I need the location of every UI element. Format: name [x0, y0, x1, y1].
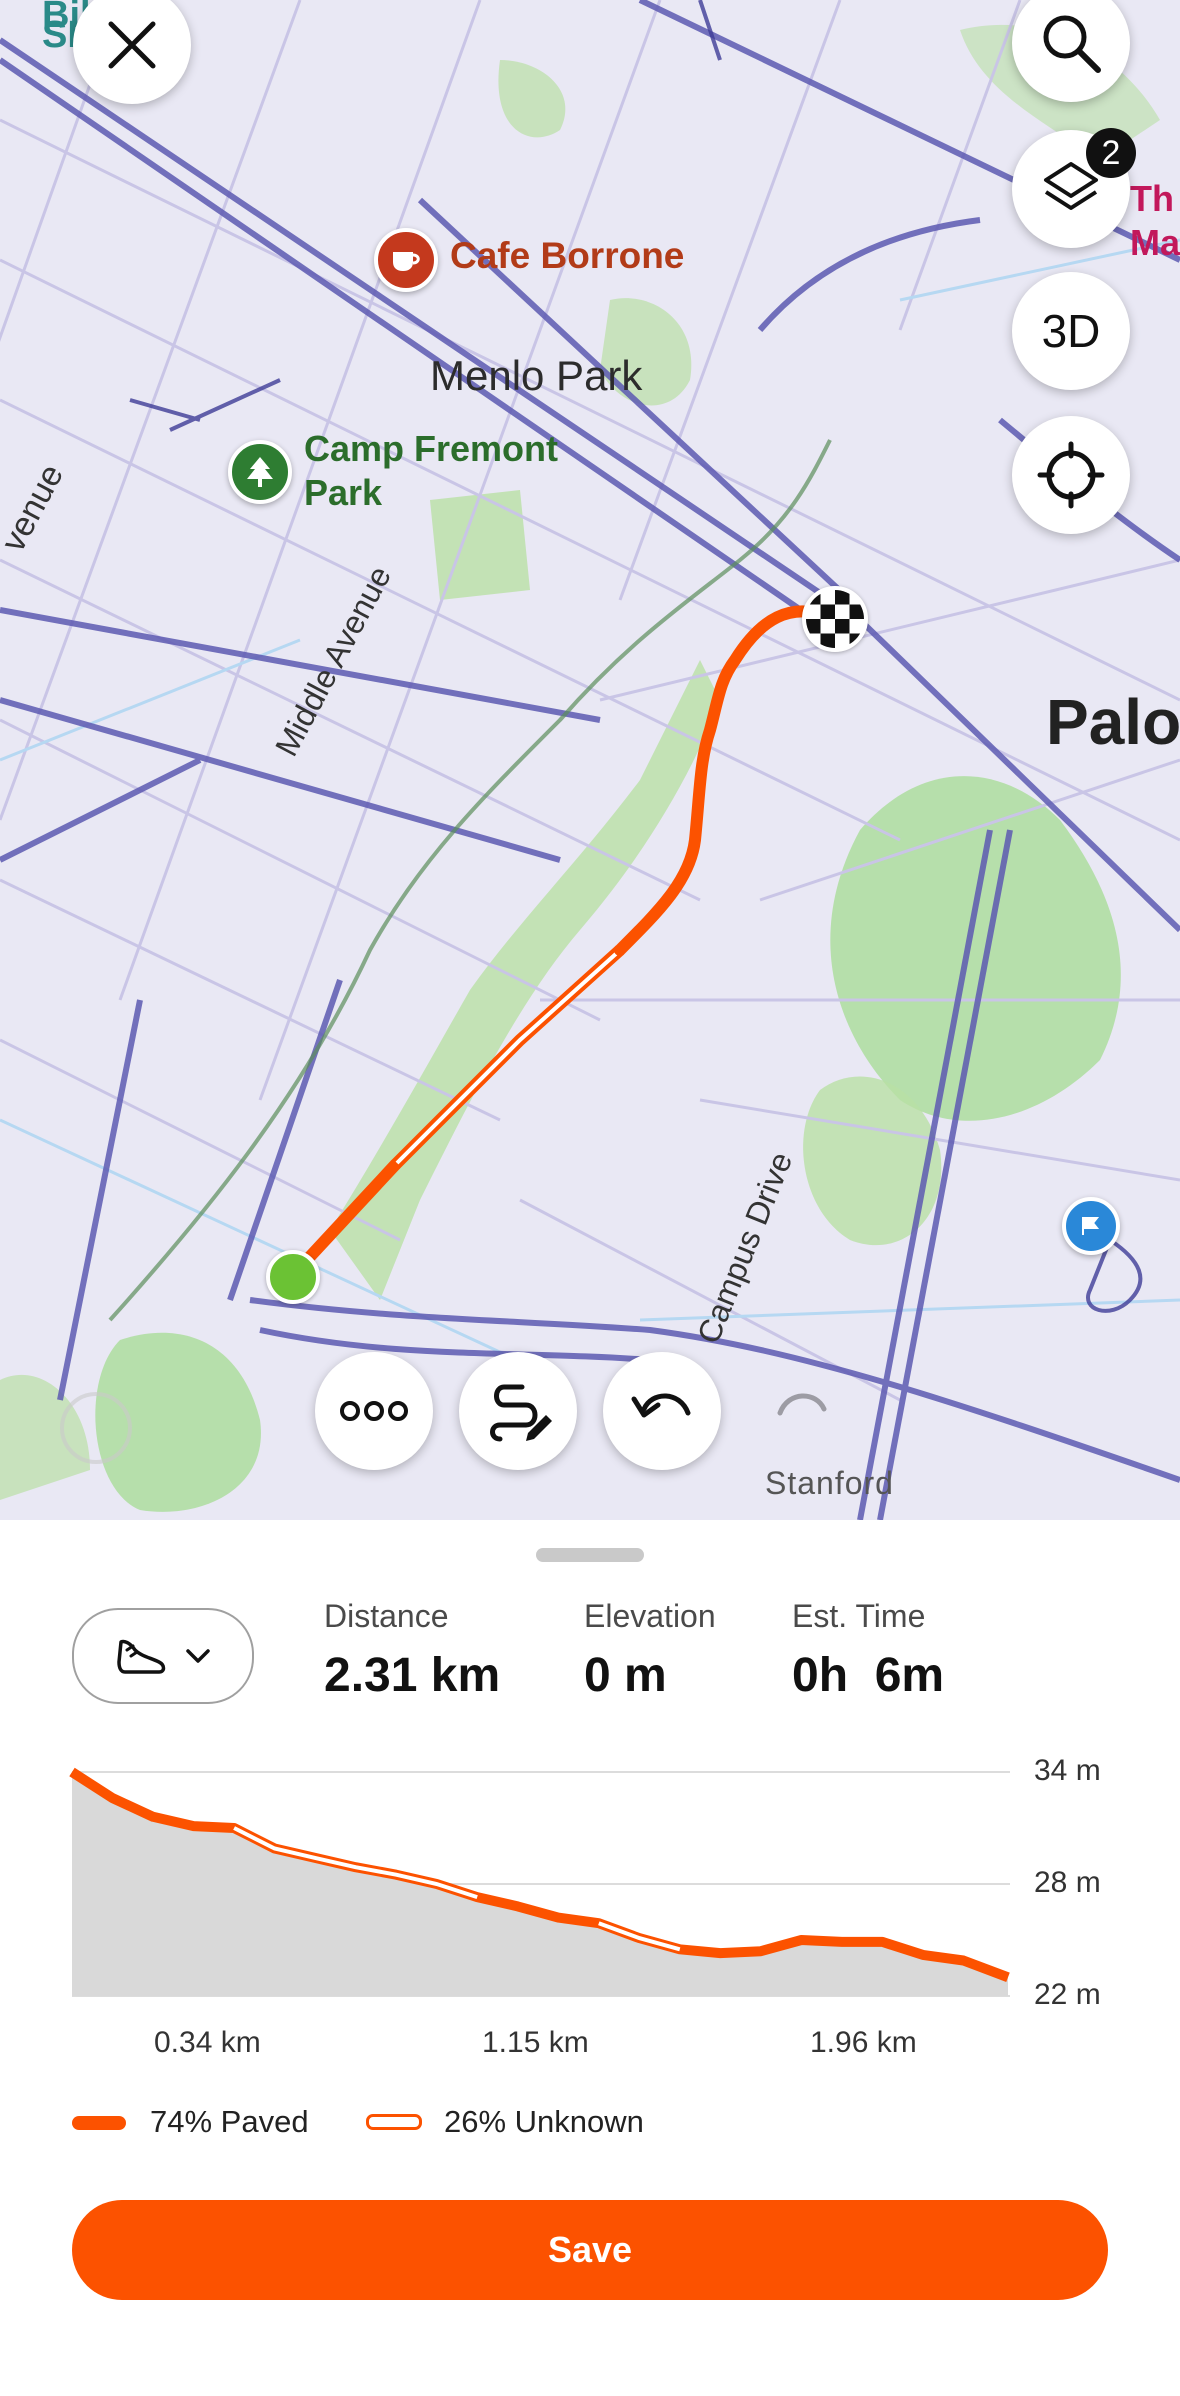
- search-icon: [1043, 15, 1101, 73]
- tree-icon: [228, 440, 292, 504]
- undo-button[interactable]: [603, 1352, 721, 1470]
- save-button[interactable]: Save: [72, 2200, 1108, 2300]
- legend-paved-swatch: [72, 2116, 126, 2130]
- route-start-marker[interactable]: [266, 1250, 320, 1304]
- locate-button[interactable]: [1012, 416, 1130, 534]
- layers-count-badge: 2: [1086, 128, 1136, 178]
- y-tick-label: 34 m: [1034, 1754, 1101, 1787]
- cafe-icon: [374, 228, 438, 292]
- legend-unknown-label: 26% Unknown: [444, 2104, 644, 2139]
- y-tick-label: 28 m: [1034, 1866, 1101, 1899]
- cafe-poi[interactable]: [374, 228, 438, 292]
- legend-unknown-swatch: [366, 2114, 422, 2130]
- ellipsis-icon: [340, 1401, 408, 1421]
- map-label-menlo-park: Menlo Park: [430, 352, 643, 399]
- x-tick-label: 1.15 km: [482, 2026, 589, 2059]
- x-tick-label: 1.96 km: [810, 2026, 917, 2059]
- faded-marker-icon: [60, 1392, 132, 1464]
- route-map[interactable]: Bike SI Cafe Borrone Menlo Park Camp Fre…: [0, 0, 1180, 1520]
- map-label-palo: Palo: [1046, 686, 1180, 758]
- checkered-flag-icon: [806, 590, 864, 648]
- map-label-camp-fremont: Camp Fremont: [304, 428, 559, 469]
- map-label-ma: Ma: [1130, 222, 1180, 263]
- y-tick-label: 22 m: [1034, 1978, 1101, 2011]
- layers-button[interactable]: 2: [1012, 128, 1136, 248]
- more-options-button[interactable]: [315, 1352, 433, 1470]
- redo-button[interactable]: [747, 1352, 865, 1470]
- elevation-chart[interactable]: [0, 1520, 1180, 2080]
- park-poi[interactable]: [228, 440, 292, 504]
- close-icon: [108, 21, 156, 69]
- x-tick-label: 0.34 km: [154, 2026, 261, 2059]
- crosshair-icon: [1037, 441, 1105, 509]
- route-details-sheet: Distance 2.31 km Elevation 0 m Est. Time…: [0, 1520, 1180, 2396]
- bike-poi[interactable]: [1062, 1197, 1120, 1255]
- legend-paved-label: 74% Paved: [150, 2104, 309, 2139]
- route-finish-marker[interactable]: [802, 586, 868, 652]
- redo-icon: [777, 1393, 827, 1416]
- map-label-th: Th: [1130, 178, 1174, 219]
- map-base: [0, 0, 1180, 1520]
- map-label-camp-park: Park: [304, 472, 383, 513]
- edit-route-button[interactable]: [459, 1352, 577, 1470]
- undo-icon: [631, 1393, 691, 1418]
- flag-icon: [1062, 1197, 1120, 1255]
- map-label-cafe: Cafe Borrone: [450, 235, 685, 276]
- map-label-stanford: Stanford: [765, 1465, 894, 1501]
- 3d-toggle-button[interactable]: 3D: [1012, 272, 1130, 390]
- route-edit-icon: [490, 1384, 552, 1442]
